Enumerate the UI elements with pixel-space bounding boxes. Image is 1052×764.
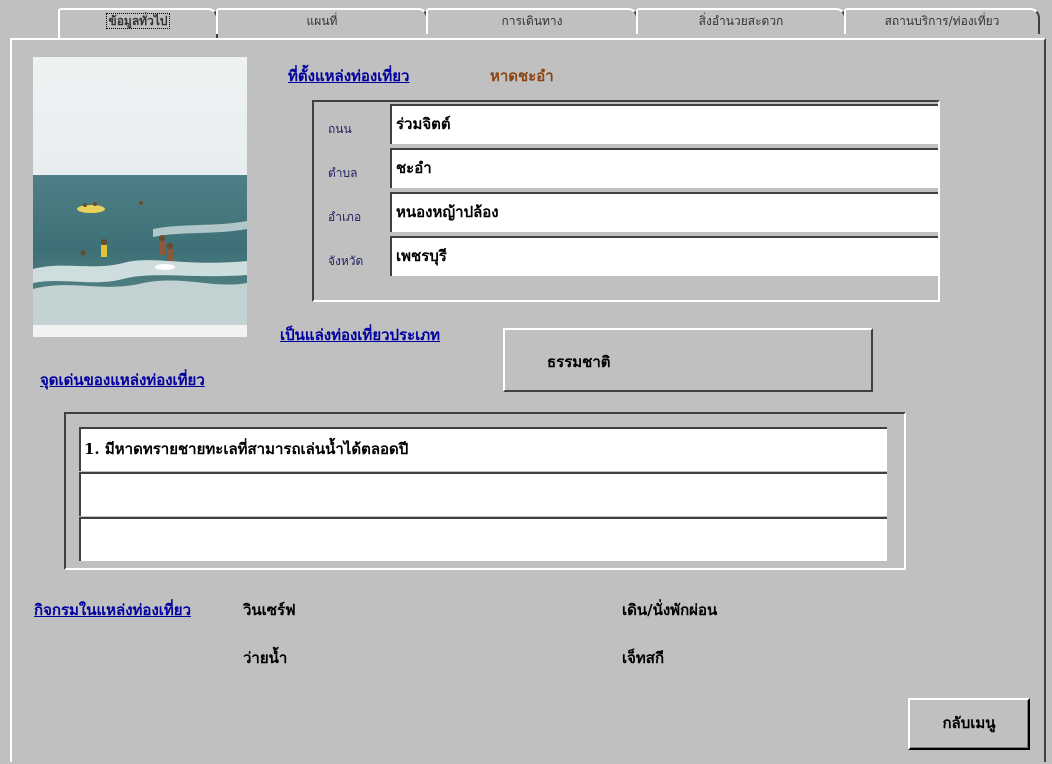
tab-label: สถานบริการ/ท่องเที่ยว: [884, 14, 1000, 28]
tab-label: สิ่งอำนวยสะดวก: [698, 14, 784, 28]
tab-general-info[interactable]: ข้อมูลทั่วไป: [58, 8, 218, 38]
road-field: ร่วมจิตต์: [390, 104, 938, 144]
highlight-line: [79, 517, 887, 561]
location-heading: ที่ตั้งแหล่งท่องเที่ยว: [288, 67, 410, 85]
app-window: ข้อมูลทั่วไป แผนที่ การเดินทาง สิ่งอำนวย…: [0, 0, 1052, 764]
activities-heading: กิจกรมในแหล่งท่องเที่ยว: [34, 601, 191, 619]
type-value: ธรรมชาติ: [547, 353, 611, 371]
tab-services[interactable]: สถานบริการ/ท่องเที่ยว: [844, 8, 1040, 34]
tab-label: การเดินทาง: [501, 14, 563, 28]
highlights-heading: จุดเด่นของแหล่งท่องเที่ยว: [40, 371, 205, 389]
district-label: อำเภอ: [328, 210, 362, 224]
activity-item: ว่ายน้ำ: [243, 649, 288, 667]
tab-travel[interactable]: การเดินทาง: [426, 8, 638, 34]
activity-item: เดิน/นั่งพักผ่อน: [622, 601, 718, 619]
province-label: จังหวัด: [328, 254, 364, 268]
tab-facilities[interactable]: สิ่งอำนวยสะดวก: [636, 8, 846, 34]
type-heading: เป็นแล่งท่องเที่ยวประเภท: [280, 326, 441, 344]
road-label: ถนน: [328, 122, 352, 136]
subdistrict-field: ชะอำ: [390, 148, 938, 188]
tab-label: ข้อมูลทั่วไป: [105, 13, 171, 29]
activity-item: เจ็ทสกี: [622, 649, 665, 667]
highlight-line: 1. มีหาดทรายชายทะเลที่สามารถเล่นน้ำได้ตล…: [79, 427, 887, 471]
subdistrict-label: ตำบล: [328, 166, 358, 180]
activity-item: วินเซร์ฟ: [243, 601, 296, 619]
tab-map[interactable]: แผนที่: [216, 8, 428, 34]
district-field: หนองหญ้าปล้อง: [390, 192, 938, 232]
location-name: หาดชะอำ: [490, 67, 554, 85]
beach-image: [33, 57, 247, 337]
highlight-line: [79, 472, 887, 516]
beach-photo: [33, 57, 247, 337]
back-to-menu-button[interactable]: กลับเมนู: [908, 698, 1030, 750]
tab-label: แผนที่: [306, 14, 338, 28]
tab-bar: ข้อมูลทั่วไป แผนที่ การเดินทาง สิ่งอำนวย…: [8, 8, 1044, 38]
province-field: เพชรบุรี: [390, 236, 938, 276]
